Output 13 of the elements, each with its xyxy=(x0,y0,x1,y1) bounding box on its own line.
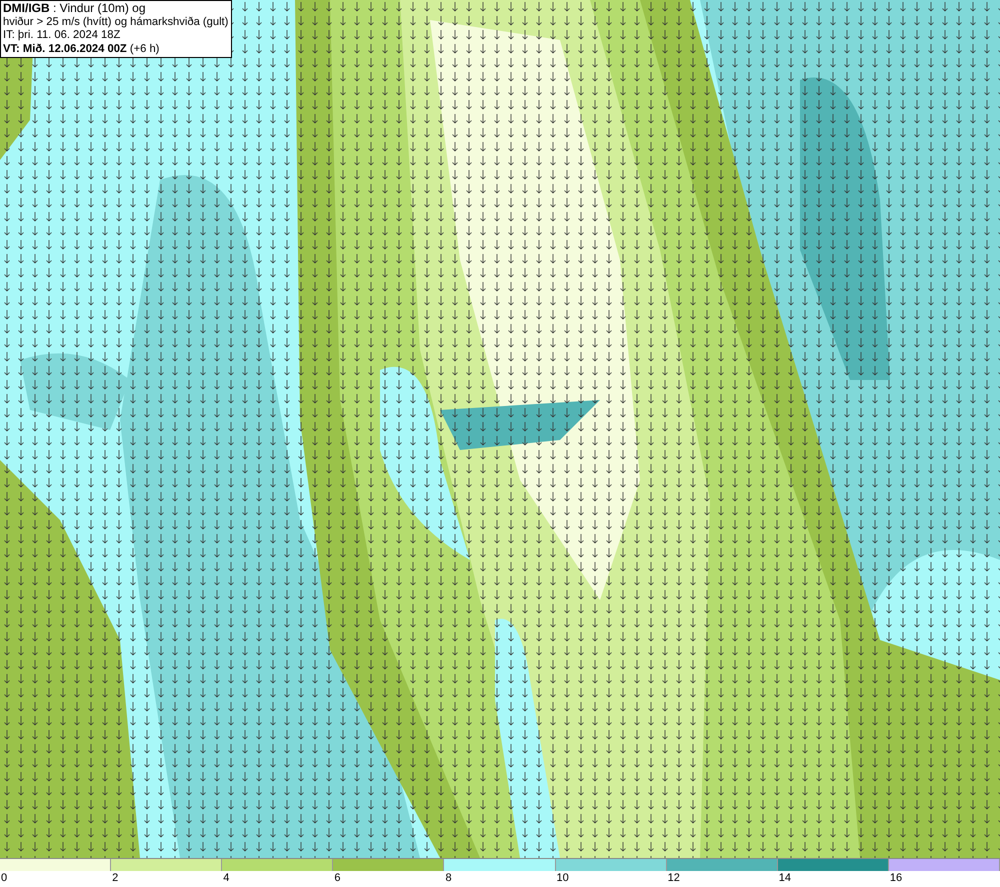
legend-label: 6 xyxy=(334,871,340,885)
legend-label: 10 xyxy=(556,871,569,885)
info-text: VT: Mið. 12.06.2024 00Z (+6 h) xyxy=(3,42,160,56)
info-text: IT: þri. 11. 06. 2024 18Z xyxy=(3,29,122,42)
info-text: hviður > 25 m/s (hvítt) og hámarkshviða (gult) xyxy=(3,16,229,29)
legend-label: 4 xyxy=(223,871,230,885)
legend-label: 2 xyxy=(112,871,118,885)
info-text: DMI/IGB : Vindur (10m) og xyxy=(3,2,146,16)
legend-label: 0 xyxy=(1,871,8,885)
legend-label: 16 xyxy=(890,871,902,885)
legend-label: 14 xyxy=(778,871,792,885)
legend-label: 12 xyxy=(668,871,680,885)
legend-label: 8 xyxy=(445,871,452,885)
